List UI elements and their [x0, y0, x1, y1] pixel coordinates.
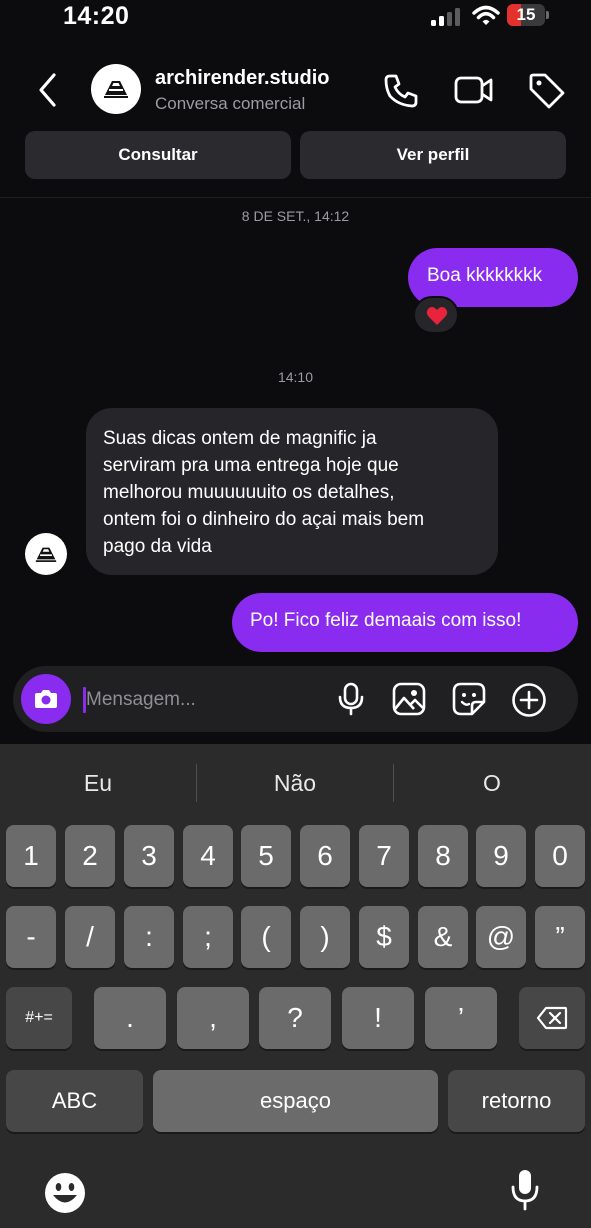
suggestion-item[interactable]: O: [394, 770, 590, 797]
key-exclamation[interactable]: !: [342, 987, 414, 1049]
space-key[interactable]: espaço: [153, 1070, 438, 1132]
status-bar: 14:20 15: [0, 0, 591, 36]
key-ampersand[interactable]: &: [418, 906, 468, 968]
key-3[interactable]: 3: [124, 825, 174, 887]
key-0[interactable]: 0: [535, 825, 585, 887]
abc-key[interactable]: ABC: [6, 1070, 143, 1132]
back-arrow-icon[interactable]: [36, 72, 60, 108]
key-5[interactable]: 5: [241, 825, 291, 887]
key-at[interactable]: @: [476, 906, 526, 968]
key-4[interactable]: 4: [183, 825, 233, 887]
message-input[interactable]: [86, 686, 316, 714]
add-icon[interactable]: [511, 682, 547, 718]
sticker-icon[interactable]: [452, 682, 486, 716]
key-period[interactable]: .: [94, 987, 166, 1049]
key-1[interactable]: 1: [6, 825, 56, 887]
key-7[interactable]: 7: [359, 825, 409, 887]
battery-level: 15: [516, 5, 536, 24]
tag-icon[interactable]: [528, 72, 566, 110]
key-quote[interactable]: ”: [535, 906, 585, 968]
dictation-microphone-icon[interactable]: [510, 1168, 540, 1212]
chat-header: archirender.studio Conversa comercial: [0, 50, 591, 130]
cellular-signal-icon: [431, 8, 460, 26]
key-semicolon[interactable]: ;: [183, 906, 233, 968]
message-line: Suas dicas ontem de magnific ja: [103, 428, 377, 449]
gallery-icon[interactable]: [392, 682, 426, 716]
keyboard: Eu Não O 1 2 3 4 5 6 7 8 9 0 - / : ; ( )…: [0, 744, 591, 1228]
message-composer: [13, 666, 578, 732]
key-dash[interactable]: -: [6, 906, 56, 968]
contact-name[interactable]: archirender.studio: [155, 67, 330, 90]
view-profile-button[interactable]: Ver perfil: [300, 131, 566, 179]
header-divider: [0, 197, 591, 198]
message-line: ontem foi o dinheiro do açai mais bem: [103, 509, 425, 530]
key-slash[interactable]: /: [65, 906, 115, 968]
status-time: 14:20: [63, 2, 130, 30]
video-call-icon[interactable]: [454, 74, 494, 106]
wifi-icon: [472, 5, 500, 25]
key-9[interactable]: 9: [476, 825, 526, 887]
symbols-toggle-key[interactable]: #+=: [6, 987, 72, 1049]
return-key[interactable]: retorno: [448, 1070, 585, 1132]
incoming-message[interactable]: Suas dicas ontem de magnific ja serviram…: [86, 408, 498, 575]
camera-icon: [35, 690, 57, 708]
outgoing-message[interactable]: Po! Fico feliz demaais com isso!: [232, 593, 578, 652]
archirender-logo-icon: [35, 547, 57, 562]
camera-button[interactable]: [21, 674, 71, 724]
key-close-paren[interactable]: ): [300, 906, 350, 968]
sender-avatar[interactable]: [25, 533, 67, 575]
contact-subtitle: Conversa comercial: [155, 94, 306, 113]
archirender-logo-icon: [104, 81, 128, 98]
battery-indicator: 15: [507, 4, 549, 26]
chat-timestamp: 8 DE SET., 14:12: [241, 208, 350, 224]
key-8[interactable]: 8: [418, 825, 468, 887]
key-question[interactable]: ?: [259, 987, 331, 1049]
heart-icon: [426, 307, 448, 325]
consultar-button[interactable]: Consultar: [25, 131, 291, 179]
message-reaction[interactable]: [413, 296, 459, 334]
suggestion-item[interactable]: Eu: [0, 770, 196, 797]
key-2[interactable]: 2: [65, 825, 115, 887]
message-line: melhorou muuuuuuito os detalhes,: [103, 482, 395, 503]
key-colon[interactable]: :: [124, 906, 174, 968]
key-apostrophe[interactable]: ’: [425, 987, 497, 1049]
suggestion-item[interactable]: Não: [197, 770, 393, 797]
backspace-icon: [536, 1006, 568, 1030]
key-dollar[interactable]: $: [359, 906, 409, 968]
microphone-icon[interactable]: [337, 682, 365, 716]
message-line: pago da vida: [103, 536, 212, 557]
key-6[interactable]: 6: [300, 825, 350, 887]
delete-key[interactable]: [519, 987, 585, 1049]
message-line: serviram pra uma entrega hoje que: [103, 455, 399, 476]
contact-avatar[interactable]: [91, 64, 141, 114]
key-open-paren[interactable]: (: [241, 906, 291, 968]
key-comma[interactable]: ,: [177, 987, 249, 1049]
emoji-icon[interactable]: [44, 1172, 86, 1214]
chat-timestamp: 14:10: [277, 369, 314, 385]
phone-call-icon[interactable]: [382, 72, 420, 110]
